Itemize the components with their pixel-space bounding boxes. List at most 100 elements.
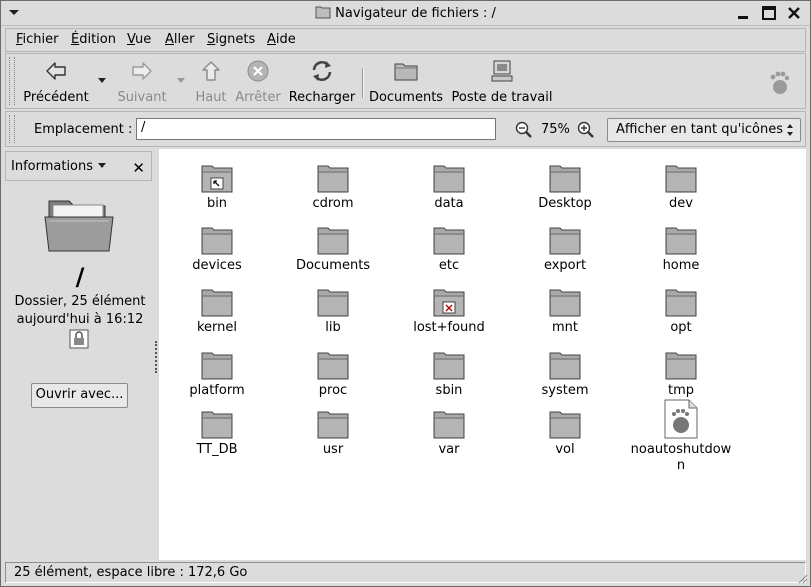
menu-vue[interactable]: Vue (127, 32, 151, 47)
arrow-left-icon (46, 62, 66, 80)
reload-button[interactable]: Recharger (288, 58, 356, 105)
location-input[interactable]: / (136, 118, 496, 140)
file-name: lost+found (413, 320, 485, 335)
folder-icon (433, 165, 465, 193)
sidebar-close-icon[interactable]: ✕ (132, 159, 145, 177)
file-name: export (543, 258, 587, 273)
file-name: usr (322, 442, 344, 457)
toolbar-separator (362, 68, 364, 98)
folder-icon (665, 352, 697, 380)
file-name: cdrom (312, 196, 354, 211)
menu-signets[interactable]: Signets (207, 32, 255, 47)
title-bar: Navigateur de fichiers : / (1, 1, 810, 26)
file-item[interactable]: noautoshutdown (623, 399, 739, 474)
file-item[interactable]: Documents (275, 219, 391, 274)
menu-aller[interactable]: Aller (165, 32, 194, 47)
file-item[interactable]: home (623, 219, 739, 274)
file-item[interactable]: Desktop (507, 157, 623, 212)
window-title: Navigateur de fichiers : / (335, 6, 496, 21)
location-grip[interactable] (9, 115, 15, 143)
forward-button[interactable]: Suivant (112, 58, 172, 105)
file-item[interactable]: export (507, 219, 623, 274)
folder-icon (433, 227, 465, 255)
file-item[interactable]: opt (623, 281, 739, 336)
file-name: lib (325, 320, 341, 335)
file-name: home (662, 258, 700, 273)
file-item[interactable]: bin (159, 157, 275, 212)
folder-icon (665, 289, 697, 317)
sidebar-panel-selector[interactable]: Informations (11, 159, 107, 174)
zoom-in-icon[interactable] (577, 121, 595, 139)
file-item[interactable]: lost+found (391, 281, 507, 336)
resize-grip-icon[interactable] (798, 574, 808, 584)
arrow-right-icon (132, 62, 152, 80)
folder-icon (549, 165, 581, 193)
back-label: Précédent (23, 90, 89, 105)
folder-icon (549, 227, 581, 255)
view-as-value: Afficher en tant qu'icônes (616, 122, 784, 137)
stop-label: Arrêter (235, 90, 281, 105)
folder-info: Dossier, 25 élément aujourd'hui à 16:12 (5, 293, 155, 329)
toolbar-grip[interactable] (9, 57, 15, 105)
back-button[interactable]: Précédent (20, 58, 92, 105)
document-icon (664, 399, 698, 439)
minimize-icon[interactable] (735, 5, 751, 21)
file-item[interactable]: platform (159, 344, 275, 399)
file-item[interactable]: mnt (507, 281, 623, 336)
file-name: var (438, 442, 460, 457)
file-item[interactable]: lib (275, 281, 391, 336)
folder-icon (201, 165, 233, 193)
file-item[interactable]: vol (507, 403, 623, 458)
workstation-button[interactable]: Poste de travail (450, 58, 554, 105)
file-name: kernel (196, 320, 238, 335)
sidebar: Informations ✕ / Dossier, 25 élément auj… (5, 149, 155, 560)
file-item[interactable]: data (391, 157, 507, 212)
workstation-label: Poste de travail (451, 90, 553, 105)
selected-folder-name: / (75, 263, 85, 291)
status-text: 25 élément, espace libre : 172,6 Go (14, 565, 248, 580)
forward-history-dropdown[interactable] (177, 78, 185, 83)
file-item[interactable]: devices (159, 219, 275, 274)
file-item[interactable]: kernel (159, 281, 275, 336)
file-item[interactable]: proc (275, 344, 391, 399)
folder-info-count: Dossier, 25 élément (14, 294, 146, 309)
file-item[interactable]: TT_DB (159, 403, 275, 458)
zoom-level[interactable]: 75% (541, 122, 570, 137)
zoom-out-icon[interactable] (515, 121, 533, 139)
back-history-dropdown[interactable] (98, 78, 106, 83)
menu-aide[interactable]: Aide (267, 32, 296, 47)
reload-label: Recharger (288, 90, 356, 105)
menu-edition[interactable]: Édition (71, 32, 116, 47)
file-item[interactable]: cdrom (275, 157, 391, 212)
stop-button[interactable]: Arrêter (232, 58, 284, 105)
lock-icon (69, 329, 89, 349)
window-title-area: Navigateur de fichiers : / (1, 5, 810, 21)
folder-icon (549, 289, 581, 317)
file-item[interactable]: usr (275, 403, 391, 458)
sidebar-header[interactable]: Informations ✕ (5, 151, 152, 181)
view-as-select[interactable]: Afficher en tant qu'icônes (607, 118, 801, 142)
file-name: bin (206, 196, 228, 211)
location-label: Emplacement : (34, 122, 133, 137)
documents-button[interactable]: Documents (368, 58, 444, 105)
file-name: noautoshutdown (630, 442, 732, 473)
file-icon-view[interactable]: bin cdrom data Desktop dev devices Documents et… (159, 149, 806, 560)
file-item[interactable]: system (507, 344, 623, 399)
file-item[interactable]: tmp (623, 344, 739, 399)
menu-fichier[interactable]: Fichier (16, 32, 59, 47)
folder-icon (665, 227, 697, 255)
file-name: proc (318, 383, 348, 398)
close-icon[interactable] (786, 5, 802, 21)
folder-icon (315, 6, 331, 19)
file-item[interactable]: sbin (391, 344, 507, 399)
file-item[interactable]: etc (391, 219, 507, 274)
up-button[interactable]: Haut (193, 58, 229, 105)
file-name: data (434, 196, 464, 211)
status-bar: 25 élément, espace libre : 172,6 Go (5, 562, 806, 583)
location-bar: Emplacement : / 75% Afficher en tant qu'… (5, 111, 806, 147)
folder-icon (201, 352, 233, 380)
file-item[interactable]: dev (623, 157, 739, 212)
open-with-button[interactable]: Ouvrir avec... (31, 383, 128, 408)
file-item[interactable]: var (391, 403, 507, 458)
maximize-icon[interactable] (761, 5, 777, 21)
